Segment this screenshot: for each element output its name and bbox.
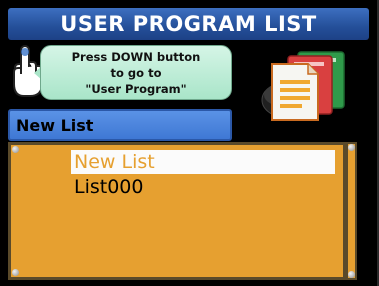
corner-screw [348, 271, 355, 278]
list-name-field[interactable]: New List [8, 109, 232, 141]
corner-screw [12, 146, 19, 153]
screen-title: USER PROGRAM LIST [8, 8, 369, 40]
list-scrollbar[interactable] [346, 142, 357, 280]
hint-bubble: Press DOWN button to go to "User Program… [40, 45, 232, 100]
list-item-new-list[interactable]: New List [71, 150, 335, 174]
corner-screw [12, 269, 19, 276]
program-list-screen: USER PROGRAM LIST Press DOWN button to g… [0, 0, 379, 286]
program-list: New List List000 [8, 142, 346, 280]
list-item-list000[interactable]: List000 [71, 175, 335, 199]
corner-screw [348, 144, 355, 151]
hint-line-2: to go to [110, 66, 162, 80]
documents-icon [261, 51, 345, 121]
hint-line-1: Press DOWN button [71, 50, 201, 64]
hint-line-3: "User Program" [85, 82, 187, 96]
